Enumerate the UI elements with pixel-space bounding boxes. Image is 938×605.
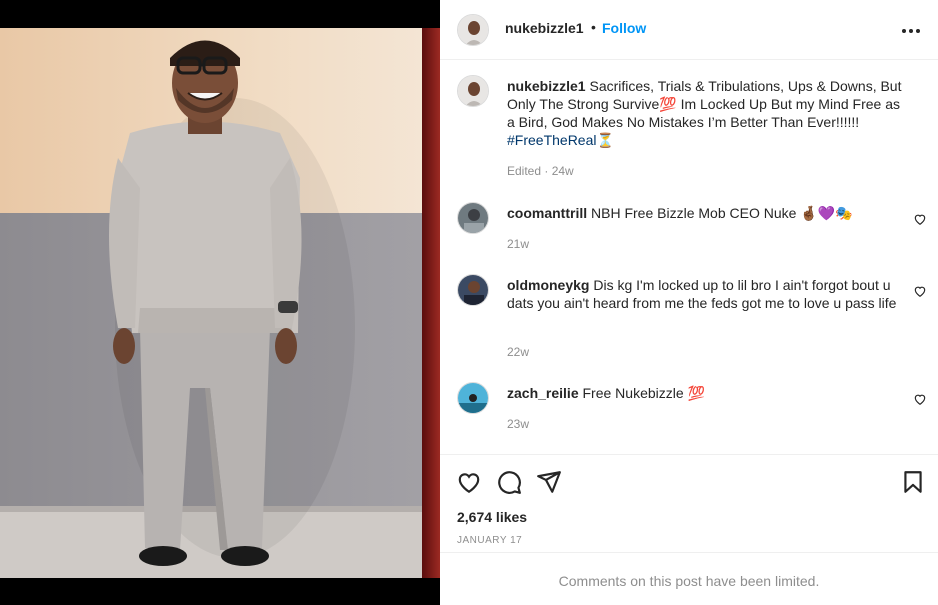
comment-avatar[interactable]	[457, 382, 489, 414]
comment-body: coomanttrill NBH Free Bizzle Mob CEO Nuk…	[507, 204, 901, 222]
comment-like-icon[interactable]	[913, 284, 927, 298]
author-username[interactable]: nukebizzle1	[505, 20, 584, 36]
caption-meta: Edited · 24w	[507, 164, 574, 178]
post-photo[interactable]	[0, 28, 440, 578]
comment-text: Free Nukebizzle 💯	[582, 385, 705, 401]
comment-text: NBH Free Bizzle Mob CEO Nuke 🤞🏾💜🎭	[591, 205, 853, 221]
comment-username[interactable]: coomanttrill	[507, 205, 587, 221]
comment-time: 23w	[507, 417, 530, 431]
comment-username[interactable]: oldmoneykg	[507, 277, 589, 293]
caption-username[interactable]: nukebizzle1	[507, 78, 586, 94]
author-avatar[interactable]	[457, 14, 489, 46]
post-media-panel	[0, 0, 440, 605]
comments-limited-notice: Comments on this post have been limited.	[440, 552, 938, 605]
caption-hashtag[interactable]: #FreeTheReal	[507, 132, 597, 148]
paper-plane-icon[interactable]	[536, 469, 562, 495]
comment-like-icon[interactable]	[913, 392, 927, 406]
likes-count[interactable]: 2,674 likes	[457, 509, 527, 525]
comments-list[interactable]: nukebizzle1 Sacrifices, Trials & Tribula…	[440, 60, 938, 454]
comment-time: 21w	[507, 237, 530, 251]
hourglass-icon: ⏳	[596, 132, 614, 148]
more-options-icon[interactable]	[902, 18, 922, 42]
separator-dot: •	[591, 19, 596, 35]
caption-avatar[interactable]	[457, 75, 489, 107]
comment-avatar[interactable]	[457, 202, 489, 234]
post-details-panel: nukebizzle1 • Follow nukebizzle1 Sacrifi…	[440, 0, 938, 605]
comment-like-icon[interactable]	[913, 212, 927, 226]
comment-icon[interactable]	[496, 469, 522, 495]
post-date: JANUARY 17	[457, 535, 523, 546]
comment-body: oldmoneykg Dis kg I'm locked up to lil b…	[507, 276, 901, 312]
caption-body: nukebizzle1 Sacrifices, Trials & Tribula…	[507, 77, 907, 149]
bookmark-icon[interactable]	[900, 469, 926, 495]
follow-button[interactable]: Follow	[602, 20, 646, 36]
post-header: nukebizzle1 • Follow	[440, 0, 938, 60]
comment-body: zach_reilie Free Nukebizzle 💯	[507, 384, 901, 402]
comment-time: 22w	[507, 345, 530, 359]
comment-username[interactable]: zach_reilie	[507, 385, 579, 401]
comment-avatar[interactable]	[457, 274, 489, 306]
post-actions-bar	[440, 454, 938, 506]
heart-icon[interactable]	[456, 469, 482, 495]
